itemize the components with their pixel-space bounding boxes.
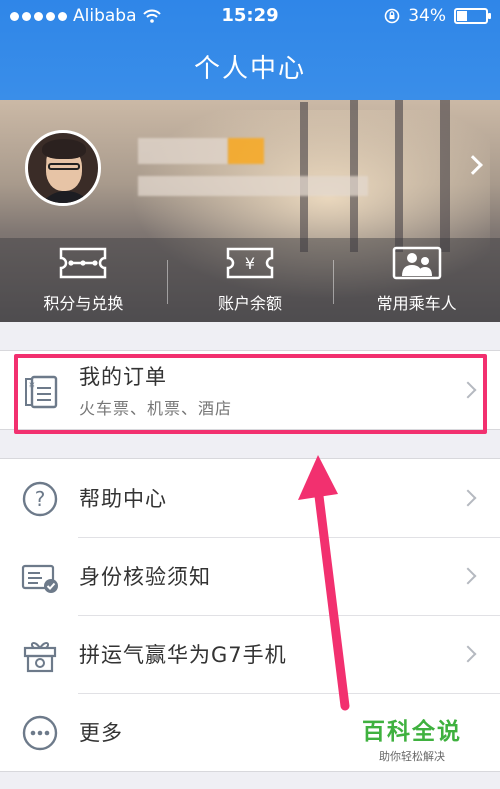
watermark-subtitle: 助你轻松解决	[379, 750, 445, 763]
watermark-title: 百科全说	[362, 719, 462, 745]
watermark-logo: 百科全说 助你轻松解决	[362, 712, 462, 764]
annotation-arrow	[298, 455, 350, 711]
